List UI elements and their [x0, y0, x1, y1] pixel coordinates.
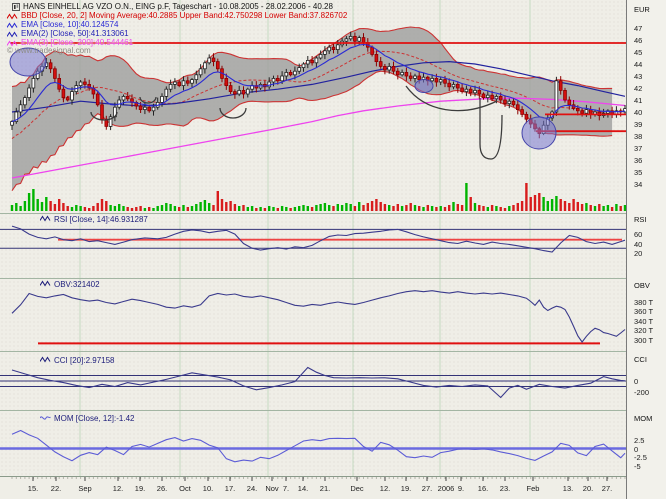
chart-title-label: HANS EINHELL AG VZO O.N., EING p.F, Tage…: [23, 3, 333, 11]
time-tick-label: 15.: [28, 484, 38, 493]
legend-bbd-label: BBD [Close, 20, 2] Moving Average:40.288…: [21, 12, 347, 20]
time-tick-label: 21.: [320, 484, 330, 493]
chart-canvas[interactable]: [0, 0, 666, 499]
time-tick-label: Feb: [527, 484, 540, 493]
cci-panel-label-text: CCI [20]:2.97158: [54, 357, 114, 365]
legend-ema50-label: EMA(2) [Close, 50]:41.313061: [21, 30, 129, 38]
time-tick-label: 27.: [602, 484, 612, 493]
time-tick-label: 17.: [225, 484, 235, 493]
obv-tick-label: 300 T: [634, 336, 653, 345]
chart-window-icon: [12, 2, 20, 11]
rsi-tick-label: 20: [634, 249, 642, 258]
rsi-panel-label-text: RSI [Close, 14]:46.931287: [54, 216, 148, 224]
chart-window: HANS EINHELL AG VZO O.N., EING p.F, Tage…: [0, 0, 666, 499]
mom-panel-label[interactable]: MOM [Close, 12]:-1.42: [40, 414, 134, 424]
chart-title[interactable]: HANS EINHELL AG VZO O.N., EING p.F, Tage…: [12, 2, 333, 11]
time-tick-label: 16.: [478, 484, 488, 493]
time-tick-label: 14.: [298, 484, 308, 493]
time-tick-label: Nov: [265, 484, 278, 493]
time-tick-label: 2006: [438, 484, 455, 493]
obv-panel-label[interactable]: OBV:321402: [40, 280, 100, 289]
mom-axis-unit: MOM: [634, 414, 652, 423]
time-tick-label: 10.: [203, 484, 213, 493]
price-tick-label: 43: [634, 72, 642, 81]
time-tick-label: 12.: [380, 484, 390, 493]
cci-panel-label[interactable]: CCI [20]:2.97158: [40, 356, 114, 365]
cci-axis-unit: CCI: [634, 355, 647, 364]
time-tick-label: 22.: [51, 484, 61, 493]
time-tick-label: 7.: [283, 484, 289, 493]
time-tick-label: 20.: [583, 484, 593, 493]
rsi-axis-unit: RSI: [634, 215, 647, 224]
price-tick-label: 46: [634, 36, 642, 45]
obv-panel-label-text: OBV:321402: [54, 281, 100, 289]
time-tick-label: 27.: [422, 484, 432, 493]
obv-tick-label: 360 T: [634, 307, 653, 316]
indicator-zigzag-icon: [40, 215, 51, 224]
indicator-zigzag-icon: [7, 13, 18, 20]
time-tick-label: 12.: [113, 484, 123, 493]
legend-ema50[interactable]: EMA(2) [Close, 50]:41.313061: [7, 30, 129, 38]
obv-axis-unit: OBV: [634, 281, 650, 290]
legend-bbd[interactable]: BBD [Close, 20, 2] Moving Average:40.288…: [7, 12, 347, 20]
price-axis[interactable]: EUR RSI OBV CCI MOM 47 46 45 44 43 42 41 40 39 38…: [626, 0, 666, 499]
mom-panel-label-text: MOM [Close, 12]:-1.42: [54, 415, 134, 423]
price-tick-label: 47: [634, 24, 642, 33]
time-tick-label: Dec: [350, 484, 363, 493]
price-tick-label: 38: [634, 132, 642, 141]
tradesignal-watermark: © www.tradesignal.com: [7, 47, 91, 55]
price-axis-unit: EUR: [634, 5, 650, 14]
price-tick-label: 41: [634, 96, 642, 105]
obv-tick-label: 340 T: [634, 317, 653, 326]
price-tick-label: 45: [634, 48, 642, 57]
time-tick-label: 24.: [247, 484, 257, 493]
cci-tick-label: -200: [634, 388, 649, 397]
time-tick-label: Sep: [78, 484, 91, 493]
mom-tick-label: -5: [634, 462, 641, 471]
rsi-tick-label: 60: [634, 230, 642, 239]
time-tick-label: 13.: [563, 484, 573, 493]
rsi-panel-label[interactable]: RSI [Close, 14]:46.931287: [40, 215, 148, 224]
price-tick-label: 42: [634, 84, 642, 93]
legend-ema10[interactable]: EMA [Close, 10]:40.124574: [7, 21, 118, 29]
time-tick-label: 9.: [458, 484, 464, 493]
price-tick-label: 40: [634, 108, 642, 117]
time-tick-label: 23.: [500, 484, 510, 493]
price-tick-label: 35: [634, 168, 642, 177]
time-tick-label: Oct: [179, 484, 191, 493]
price-tick-label: 34: [634, 180, 642, 189]
momentum-wave-icon: [40, 414, 51, 424]
price-tick-label: 39: [634, 120, 642, 129]
time-tick-label: 19.: [135, 484, 145, 493]
obv-tick-label: 320 T: [634, 326, 653, 335]
price-tick-label: 44: [634, 60, 642, 69]
legend-ema10-label: EMA [Close, 10]:40.124574: [21, 21, 118, 29]
time-tick-label: 19.: [401, 484, 411, 493]
indicator-zigzag-icon: [7, 31, 18, 38]
indicator-zigzag-icon: [40, 356, 51, 365]
time-tick-label: 26.: [157, 484, 167, 493]
obv-tick-label: 380 T: [634, 298, 653, 307]
rsi-tick-label: 40: [634, 240, 642, 249]
indicator-zigzag-icon: [7, 22, 18, 29]
price-tick-label: 36: [634, 156, 642, 165]
cci-tick-label: 0: [634, 377, 638, 386]
price-tick-label: 37: [634, 144, 642, 153]
indicator-zigzag-icon: [40, 280, 51, 289]
